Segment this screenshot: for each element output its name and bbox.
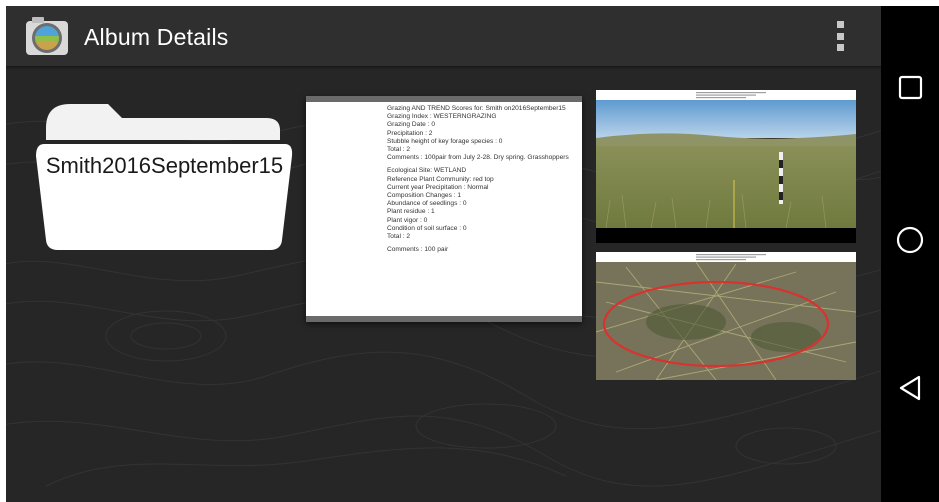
report-line: Precipitation : 2 — [387, 129, 433, 137]
report-line: Grazing Date : 0 — [387, 121, 436, 129]
grazing-report-card[interactable]: Grazing AND TREND Scores for: Smith on20… — [306, 96, 582, 322]
app-screen: Album Details Smith2016September15 Grazi… — [6, 6, 881, 502]
app-bar: Album Details — [6, 6, 881, 66]
triangle-back-icon[interactable] — [881, 358, 939, 418]
camera-landscape-icon[interactable] — [24, 15, 70, 57]
report-line: Abundance of seedlings : 0 — [387, 200, 467, 208]
square-recents-icon[interactable] — [881, 58, 939, 118]
report-line: Condition of soil surface : 0 — [387, 224, 467, 232]
report-line: Composition Changes : 1 — [387, 192, 462, 200]
report-line: Comments : 100 pair — [387, 246, 449, 254]
report-line: Plant residue : 1 — [387, 208, 435, 216]
report-line: Plant vigor : 0 — [387, 216, 428, 224]
prairie-landscape-photo[interactable] — [596, 90, 856, 243]
report-line: Total : 2 — [387, 146, 411, 154]
report-line: Total : 2 — [387, 233, 411, 241]
ground-plot-photo[interactable] — [596, 252, 856, 380]
app-title: Album Details — [84, 24, 229, 50]
folder-label: Smith2016September15 — [45, 153, 284, 178]
report-line: Ecological Site: WETLAND — [387, 167, 467, 175]
report-line: Reference Plant Community: red top — [387, 175, 494, 183]
report-line: Stubble height of key forage species : 0 — [387, 137, 503, 145]
system-nav-bar — [881, 6, 939, 502]
circle-home-icon[interactable] — [881, 210, 939, 270]
report-line: Grazing AND TREND Scores for: Smith on20… — [387, 105, 566, 112]
report-text: Grazing AND TREND Scores for: Smith on20… — [387, 105, 582, 254]
report-line: Comments : 100pair from July 2-28. Dry s… — [387, 154, 569, 162]
report-line: Current year Precipitation : Normal — [387, 183, 489, 191]
report-line: Grazing Index : WESTERNGRAZING — [387, 113, 497, 121]
more-vert-icon[interactable] — [828, 19, 852, 53]
